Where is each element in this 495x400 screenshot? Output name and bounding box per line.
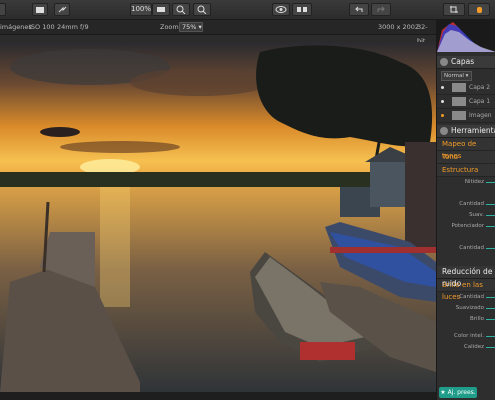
slider[interactable]: [486, 182, 495, 183]
open-folder-button[interactable]: [32, 3, 48, 16]
layer-thumbnail: [452, 111, 466, 120]
info-bar: imágenes ISO 100 24mm f/9 Zoom: 75% ▾ 30…: [0, 20, 436, 45]
split-view-icon: [297, 7, 307, 12]
iso-label: ISO 100: [29, 23, 55, 31]
camera-label: imágenes: [0, 23, 32, 31]
slider[interactable]: [486, 336, 495, 337]
slider[interactable]: [486, 248, 495, 249]
layer-label: Capa 1: [469, 98, 491, 105]
row-label: Cantidad: [459, 201, 484, 207]
crop-tool-button[interactable]: [443, 3, 465, 16]
row-label: Nitidez: [464, 179, 484, 185]
tone-section[interactable]: Tono: [437, 151, 495, 164]
zoom-label: Zoom:: [160, 23, 181, 31]
row-label: Brillo: [470, 316, 484, 322]
presets-button[interactable]: ★ Aj. prees.: [439, 387, 477, 398]
blend-mode-value: Normal: [444, 73, 464, 79]
structure-section[interactable]: Estructura: [437, 164, 495, 177]
dimensions-label: 3000 x 2002: [378, 23, 420, 31]
row-label: Color intel.: [454, 333, 484, 339]
slider[interactable]: [486, 319, 495, 320]
sunset-photo: [0, 42, 436, 392]
histogram: [437, 20, 495, 52]
redo-icon: [377, 6, 385, 12]
brightness-row[interactable]: Brillo: [437, 314, 495, 325]
layer-thumbnail: [452, 83, 466, 92]
smoothing-row[interactable]: Suavizado: [437, 303, 495, 314]
visibility-icon[interactable]: [441, 100, 444, 103]
zoom-value: 75%: [182, 23, 197, 31]
blend-mode-select[interactable]: Normal ▾: [441, 71, 472, 81]
hand-icon: [477, 7, 482, 13]
slider[interactable]: [486, 215, 495, 216]
smart-color-row[interactable]: Color intel.: [437, 331, 495, 342]
eye-icon: [275, 6, 287, 13]
status-strip: [0, 392, 436, 400]
zoom-in-icon: [176, 5, 186, 14]
row-label: Suav.: [469, 212, 484, 218]
row-label: Potenciador: [451, 223, 484, 229]
layers-title: Capas: [451, 57, 475, 66]
tools-icon: [440, 127, 448, 135]
layers-icon: [440, 58, 448, 66]
layer-item[interactable]: Imagen or: [437, 109, 495, 132]
visibility-icon[interactable]: [441, 86, 444, 89]
fit-screen-button[interactable]: [152, 3, 170, 16]
slider[interactable]: [486, 204, 495, 205]
slider[interactable]: [486, 308, 495, 309]
warmth-row[interactable]: Calidez: [437, 342, 495, 353]
share-icon: [58, 6, 67, 13]
row-label: Suavizado: [455, 305, 484, 311]
undo-icon: [355, 6, 363, 12]
amount-row[interactable]: Cantidad: [437, 199, 495, 210]
zoom-out-button[interactable]: [193, 3, 211, 16]
hand-tool-button[interactable]: [468, 3, 490, 16]
slider[interactable]: [486, 347, 495, 348]
layer-item[interactable]: Capa 1: [437, 95, 495, 109]
focal-length-label: 24mm: [57, 23, 78, 31]
layers-panel-header[interactable]: Capas: [437, 56, 495, 69]
screen-icon: [157, 7, 165, 12]
row-label: Cantidad: [459, 294, 484, 300]
main-toolbar: 100%: [0, 0, 495, 20]
aperture-label: f/9: [80, 23, 89, 31]
glow-amount-row[interactable]: Cantidad: [437, 292, 495, 303]
slider[interactable]: [486, 226, 495, 227]
layer-thumbnail: [452, 97, 466, 106]
noise-reduction-header[interactable]: Reducción de ruido: [437, 266, 495, 288]
tools-title: Herramientas: [451, 126, 495, 135]
detail-amount-row[interactable]: Cantidad: [437, 243, 495, 254]
crop-icon: [450, 6, 458, 13]
zoom-100-button[interactable]: 100%: [130, 3, 152, 16]
compare-view-button[interactable]: [292, 3, 312, 16]
visibility-icon[interactable]: [441, 114, 444, 117]
share-button[interactable]: [54, 3, 70, 16]
blend-mode-row: Normal ▾: [437, 69, 495, 81]
sharpness-row[interactable]: Nitidez: [437, 177, 495, 188]
soften-row[interactable]: Suav.: [437, 210, 495, 221]
booster-row[interactable]: Potenciador: [437, 221, 495, 232]
row-label: Cantidad: [459, 245, 484, 251]
layer-label: Capa 2: [469, 84, 491, 91]
preview-toggle-button[interactable]: [272, 3, 290, 16]
redo-button[interactable]: [371, 3, 391, 16]
app-menu-button[interactable]: [0, 3, 6, 16]
layer-item[interactable]: Capa 2: [437, 81, 495, 95]
zoom-in-button[interactable]: [172, 3, 190, 16]
photo-canvas[interactable]: [0, 42, 436, 392]
tone-mapping-section[interactable]: Mapeo de tonos: [437, 138, 495, 160]
slider[interactable]: [486, 297, 495, 298]
folder-icon: [36, 7, 44, 13]
tools-panel-header[interactable]: Herramientas: [437, 125, 495, 138]
undo-button[interactable]: [349, 3, 369, 16]
presets-label: Aj. prees.: [447, 389, 476, 396]
row-label: Calidez: [463, 344, 484, 350]
zoom-out-icon: [197, 5, 207, 14]
right-panel: Capas Normal ▾ Capa 2 Capa 1 Imagen or H…: [436, 20, 495, 400]
zoom-select[interactable]: 75% ▾: [179, 22, 203, 32]
